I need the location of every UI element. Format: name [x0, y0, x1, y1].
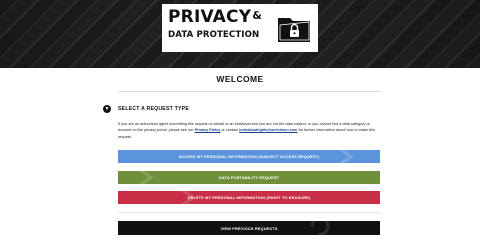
privacy-logo: PRIVACY& DATA PROTECTION	[162, 4, 318, 52]
arrow-decoration	[310, 221, 330, 235]
logo-title: PRIVACY&	[168, 7, 263, 27]
hero-banner: PRIVACY& DATA PROTECTION	[0, 0, 480, 68]
delete-information-button[interactable]: DELETE MY PERSONAL INFORMATION (RIGHT TO…	[118, 191, 380, 204]
access-request-label: ACCESS MY PERSONAL INFORMATION (SUBJECT …	[178, 154, 320, 159]
logo-subtitle: DATA PROTECTION	[168, 30, 260, 40]
view-previous-requests-button[interactable]: VIEW PREVIOUS REQUESTS	[118, 221, 380, 235]
arrow-decoration	[138, 171, 154, 184]
access-request-button[interactable]: ACCESS MY PERSONAL INFORMATION (SUBJECT …	[118, 150, 380, 163]
view-previous-requests-label: VIEW PREVIOUS REQUESTS	[220, 225, 278, 231]
divider	[118, 91, 380, 92]
data-portability-label: DATA PORTABILITY REQUEST	[218, 175, 280, 180]
data-portability-button[interactable]: DATA PORTABILITY REQUEST	[118, 171, 380, 184]
button-separator	[118, 212, 380, 213]
page-title: WELCOME	[216, 74, 264, 84]
collapse-arrow-icon[interactable]: ▼	[103, 105, 111, 113]
folder-lock-icon	[278, 18, 310, 42]
agent-notice: If you are an authorized agent submittin…	[118, 122, 375, 139]
arrow-decoration	[338, 150, 354, 163]
delete-information-label: DELETE MY PERSONAL INFORMATION (RIGHT TO…	[187, 195, 311, 200]
section-title: SELECT A REQUEST TYPE	[118, 106, 189, 112]
email-link[interactable]: individualrights@activision.com	[239, 128, 297, 132]
privacy-policy-link[interactable]: Privacy Policy	[195, 128, 221, 132]
